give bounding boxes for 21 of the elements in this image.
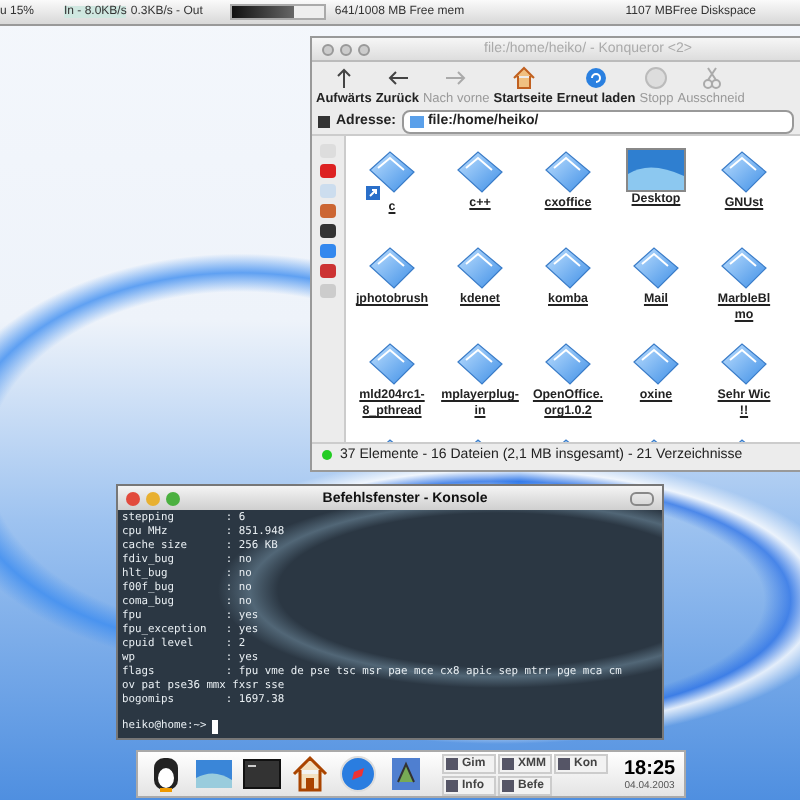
house-icon xyxy=(509,64,538,92)
toolbar-toggle-button[interactable] xyxy=(630,491,654,505)
minimize-button[interactable] xyxy=(146,491,160,505)
zoom-button[interactable] xyxy=(166,491,180,505)
zoom-button[interactable] xyxy=(358,43,370,55)
status-light-icon xyxy=(322,450,332,460)
terminal-icon[interactable] xyxy=(242,754,282,794)
house-icon[interactable] xyxy=(290,754,330,794)
scissors-icon xyxy=(697,64,726,92)
stop-icon xyxy=(642,64,671,92)
desktop-picture-icon xyxy=(626,148,686,192)
reload-icon xyxy=(582,64,611,92)
close-button[interactable] xyxy=(126,491,140,505)
compass-icon[interactable] xyxy=(338,754,378,794)
clock-time: 18:25 xyxy=(624,757,676,779)
link-arrow-icon xyxy=(366,186,380,200)
desktop-picture-icon[interactable] xyxy=(194,754,234,794)
window-icon xyxy=(558,757,570,769)
close-button[interactable] xyxy=(322,43,334,55)
minimize-button[interactable] xyxy=(340,43,352,55)
text-cursor xyxy=(212,720,219,734)
